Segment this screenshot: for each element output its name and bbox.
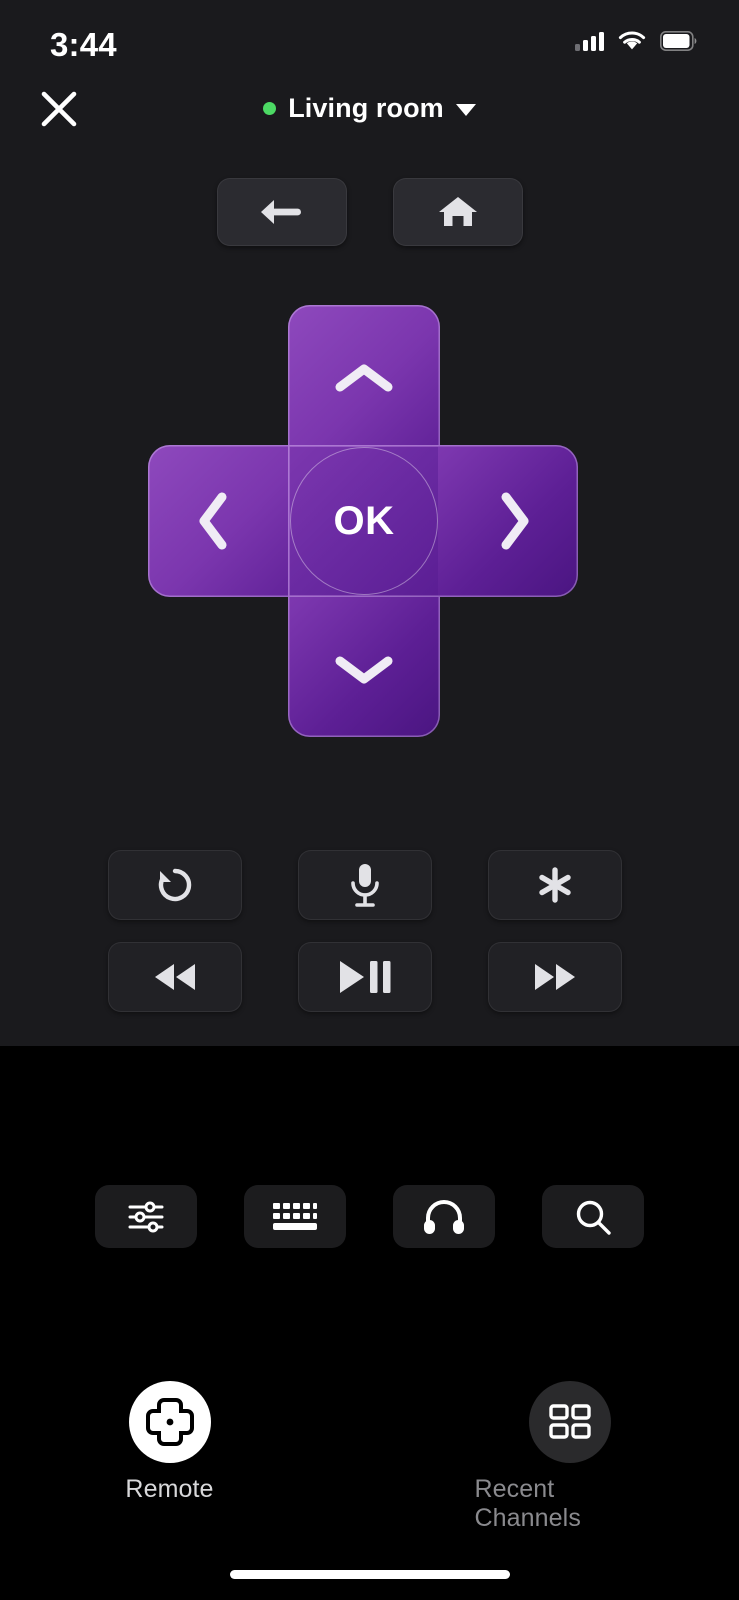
tab-remote-circle [128, 1381, 211, 1463]
dpad-icon [145, 1398, 194, 1446]
function-button-grid [108, 850, 622, 1012]
status-bar: 3:44 [0, 0, 739, 72]
settings-button[interactable] [95, 1185, 197, 1248]
dpad-up-button[interactable] [288, 323, 440, 433]
bottom-panel: Remote Recent Channels [0, 1046, 739, 1600]
dpad-ok-label: OK [333, 498, 395, 543]
grid-icon [548, 1404, 591, 1439]
replay-icon [158, 868, 192, 902]
status-time: 3:44 [50, 26, 117, 63]
options-button[interactable] [488, 850, 622, 920]
home-button[interactable] [392, 178, 523, 246]
nav-button-row [0, 178, 739, 246]
asterisk-icon [539, 867, 571, 903]
back-button[interactable] [216, 178, 347, 246]
tab-recent-channels[interactable]: Recent Channels [475, 1381, 665, 1533]
play-pause-icon [340, 961, 391, 993]
back-arrow-icon [260, 200, 301, 224]
headphones-icon [424, 1199, 464, 1234]
device-name-label: Living room [288, 92, 444, 123]
dpad-left-button[interactable] [158, 445, 268, 597]
tool-button-row [0, 1185, 739, 1248]
home-indicator [229, 1570, 510, 1579]
play-pause-button[interactable] [298, 942, 432, 1012]
cellular-signal-icon [575, 31, 604, 51]
chevron-right-icon [501, 492, 529, 550]
chevron-down-icon [455, 103, 476, 116]
microphone-icon [351, 864, 379, 907]
remote-panel: 3:44 Living room OK [0, 0, 739, 1046]
chevron-left-icon [199, 492, 227, 550]
private-listening-button[interactable] [393, 1185, 495, 1248]
home-icon [438, 197, 477, 226]
app-header: Living room [0, 72, 739, 138]
chevron-down-icon [335, 656, 393, 684]
sliders-icon [128, 1201, 164, 1232]
fast-forward-button[interactable] [488, 942, 622, 1012]
rewind-button[interactable] [108, 942, 242, 1012]
status-bar-icons [575, 30, 697, 52]
tab-bar: Remote Recent Channels [0, 1381, 739, 1533]
dpad: OK [148, 305, 578, 737]
search-icon [576, 1200, 611, 1235]
dpad-right-button[interactable] [460, 445, 570, 597]
battery-icon [660, 31, 697, 51]
instant-replay-button[interactable] [108, 850, 242, 920]
wifi-icon [618, 31, 646, 50]
voice-search-button[interactable] [298, 850, 432, 920]
keyboard-button[interactable] [244, 1185, 346, 1248]
keyboard-icon [273, 1202, 317, 1230]
fast-forward-icon [535, 964, 575, 990]
device-selector[interactable]: Living room [0, 86, 739, 130]
tab-recent-channels-circle [528, 1381, 611, 1463]
search-button[interactable] [542, 1185, 644, 1248]
tab-recent-channels-label: Recent Channels [474, 1475, 581, 1532]
chevron-up-icon [335, 364, 393, 392]
dpad-down-button[interactable] [288, 615, 440, 725]
device-status-dot [263, 101, 277, 115]
dpad-ok-button[interactable]: OK [290, 447, 438, 595]
tab-remote-label: Remote [125, 1475, 214, 1503]
rewind-icon [155, 964, 195, 990]
tab-remote[interactable]: Remote [75, 1381, 265, 1533]
